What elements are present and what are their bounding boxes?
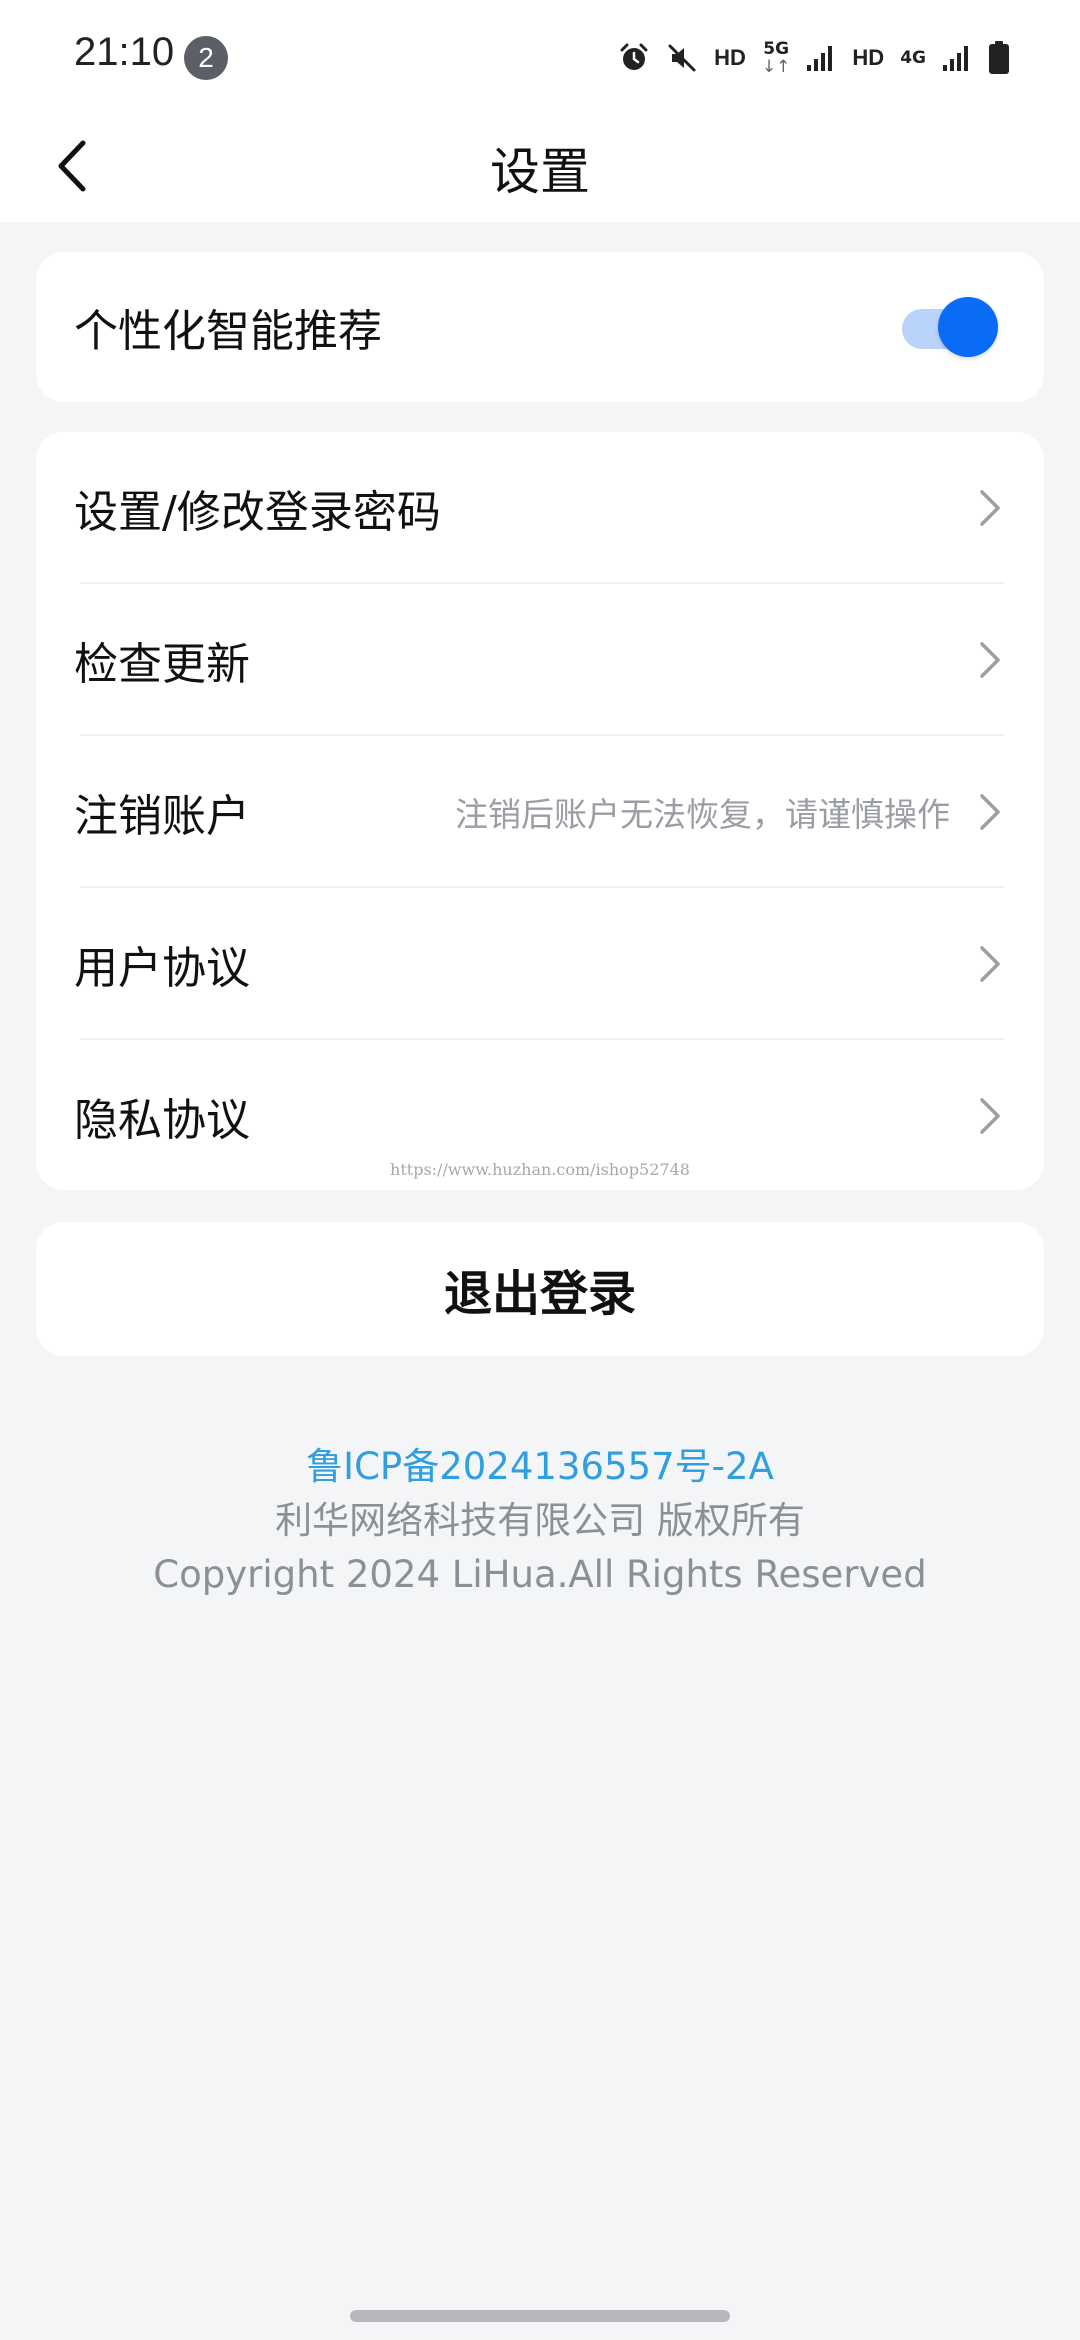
network-5g-label: 5G	[763, 39, 790, 59]
icp-link[interactable]: 鲁ICP备2024136557号-2A	[0, 1440, 1080, 1494]
network-5g: 5G ↓↑	[762, 40, 791, 76]
chevron-right-icon	[980, 642, 1000, 678]
list-item-delete-account[interactable]: 注销账户 注销后账户无法恢复，请谨慎操作	[36, 736, 1044, 888]
logout-button[interactable]: 退出登录	[36, 1222, 1044, 1356]
personalized-recommendation-toggle[interactable]	[902, 297, 998, 357]
battery-icon	[989, 41, 1009, 74]
hd-label-2: HD	[852, 45, 885, 70]
list-item-label: 注销账户	[74, 791, 250, 842]
signal-icon	[943, 46, 968, 71]
home-indicator[interactable]	[350, 2310, 730, 2322]
hd-label-1: HD	[714, 45, 746, 70]
list-item-label: 设置/修改登录密码	[74, 487, 441, 538]
chevron-right-icon	[980, 946, 1000, 982]
chevron-right-icon	[980, 1098, 1000, 1134]
chevron-right-icon	[980, 794, 1000, 830]
status-time: 21:10	[74, 30, 175, 74]
list-item-label: 用户协议	[74, 943, 250, 994]
footer: 鲁ICP备2024136557号-2A 利华网络科技有限公司 版权所有 Copy…	[0, 1440, 1080, 1602]
mute-icon	[668, 44, 696, 72]
network-5g-arrows: ↓↑	[761, 57, 791, 77]
list-item-label: 隐私协议	[74, 1095, 250, 1146]
personalized-recommendation-card: 个性化智能推荐	[36, 252, 1044, 402]
list-item-change-password[interactable]: 设置/修改登录密码	[36, 432, 1044, 584]
status-bar: 21:10 2 HD 5G ↓↑ HD 4G	[0, 0, 1080, 110]
toggle-knob	[938, 297, 998, 357]
signal-icon	[807, 46, 833, 71]
settings-list: 设置/修改登录密码 检查更新 注销账户 注销后账户无法恢复，请谨慎操作 用户协议…	[36, 432, 1044, 1190]
personalized-recommendation-label: 个性化智能推荐	[74, 306, 382, 357]
delete-account-hint: 注销后账户无法恢复，请谨慎操作	[455, 795, 950, 834]
company-copyright: 利华网络科技有限公司 版权所有	[275, 1499, 805, 1542]
watermark: https://www.huzhan.com/ishop52748	[390, 1160, 690, 1179]
copyright-line: Copyright 2024 LiHua.All Rights Reserved	[153, 1553, 927, 1596]
network-4g-label: 4G	[900, 48, 926, 68]
header: 设置	[0, 110, 1080, 222]
page-title: 设置	[490, 143, 590, 201]
chevron-right-icon	[980, 490, 1000, 526]
notification-count-badge: 2	[184, 36, 228, 80]
list-item-check-update[interactable]: 检查更新	[36, 584, 1044, 736]
logout-label: 退出登录	[443, 1266, 636, 1322]
alarm-icon	[620, 43, 648, 70]
network-4g: 4G	[900, 49, 926, 67]
list-item-label: 检查更新	[74, 639, 250, 690]
status-icons: HD 5G ↓↑ HD 4G	[618, 36, 1010, 80]
list-item-user-agreement[interactable]: 用户协议	[36, 888, 1044, 1040]
